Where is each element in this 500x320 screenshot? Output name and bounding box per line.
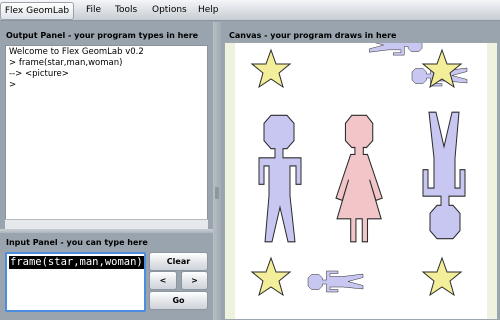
history-next-button[interactable]: > bbox=[181, 271, 208, 290]
go-button[interactable]: Go bbox=[149, 291, 208, 310]
menu-help[interactable]: Help bbox=[198, 0, 219, 20]
input-selected-text: frame(star,man,woman) bbox=[9, 256, 144, 269]
input-textarea[interactable]: frame(star,man,woman) bbox=[5, 252, 146, 312]
splitter-grip-icon bbox=[215, 187, 219, 199]
output-panel[interactable]: Welcome to Flex GeomLab v0.2 > frame(sta… bbox=[5, 45, 208, 220]
history-prev-button[interactable]: < bbox=[149, 271, 177, 290]
menu-tools[interactable]: Tools bbox=[115, 0, 137, 20]
menu-file[interactable]: File bbox=[86, 0, 101, 20]
output-scrollbar[interactable] bbox=[5, 219, 208, 229]
output-line: > bbox=[9, 80, 17, 90]
output-line: > frame(star,man,woman) bbox=[9, 58, 123, 68]
canvas[interactable] bbox=[224, 42, 498, 320]
app-title: Flex GeomLab bbox=[0, 2, 74, 20]
input-panel-title: Input Panel - you can type here bbox=[6, 238, 148, 247]
canvas-drawing bbox=[225, 43, 497, 319]
menu-bar: Flex GeomLab File Tools Options Help bbox=[0, 0, 500, 21]
clear-button[interactable]: Clear bbox=[149, 252, 208, 271]
canvas-panel-title: Canvas - your program draws in here bbox=[229, 31, 397, 40]
vertical-splitter[interactable] bbox=[213, 22, 221, 320]
horizontal-splitter[interactable] bbox=[0, 229, 214, 233]
output-line: --> <picture> bbox=[9, 69, 69, 79]
menu-options[interactable]: Options bbox=[152, 0, 187, 20]
output-line: Welcome to Flex GeomLab v0.2 bbox=[9, 47, 144, 57]
output-panel-title: Output Panel - your program types in her… bbox=[6, 31, 199, 40]
